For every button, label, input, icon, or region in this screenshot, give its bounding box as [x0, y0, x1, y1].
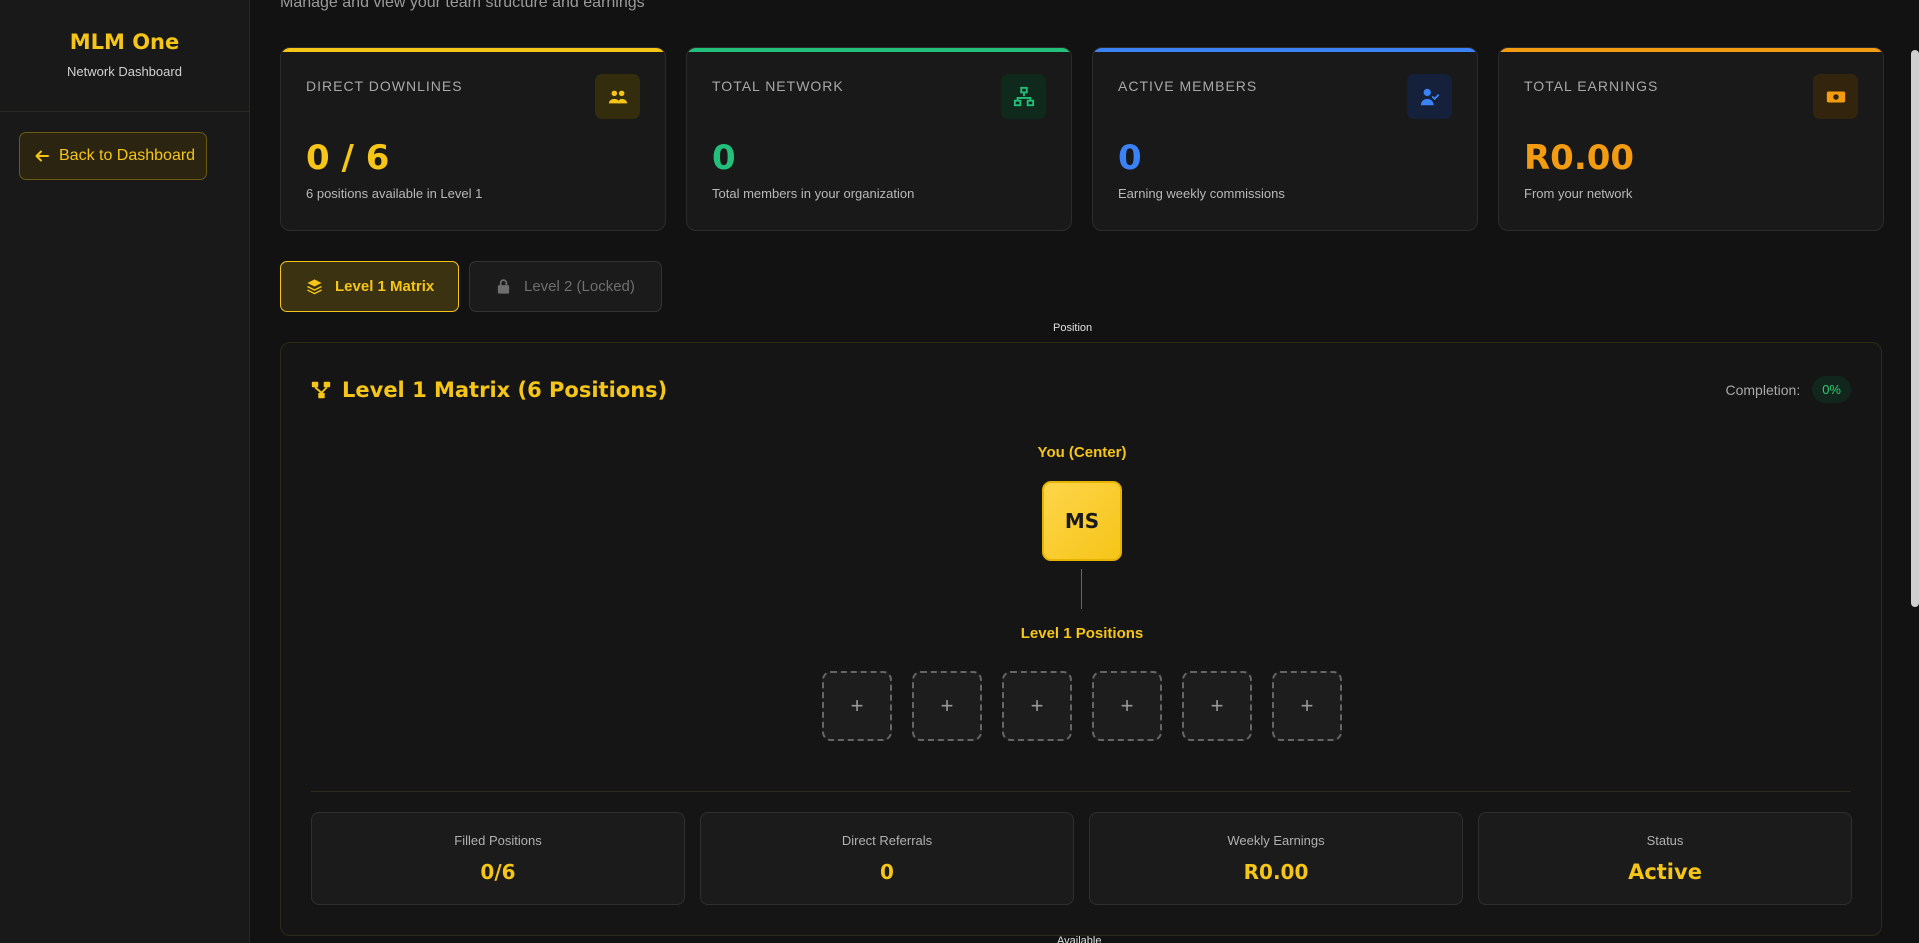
matrix-title: Level 1 Matrix (6 Positions): [310, 378, 667, 402]
tab-level-2-locked[interactable]: Level 2 (Locked): [469, 261, 662, 312]
stat-card-total-network: TOTAL NETWORK 0 Total members in your or…: [686, 47, 1072, 231]
money-icon: [1813, 74, 1858, 119]
brand-name: MLM One: [69, 30, 180, 54]
empty-position-slot[interactable]: +: [912, 671, 982, 741]
position-tooltip: Position: [1053, 322, 1093, 334]
summary-status: Status Active: [1478, 812, 1852, 905]
layers-icon: [307, 279, 322, 295]
summary-direct-referrals: Direct Referrals 0: [700, 812, 1074, 905]
summary-label: Direct Referrals: [841, 833, 933, 848]
brand: MLM One Network Dashboard: [0, 0, 249, 112]
card-accent-bar: [1499, 48, 1883, 52]
stat-card-total-earnings: TOTAL EARNINGS R0.00 From your network: [1498, 47, 1884, 231]
tree-connector: [1081, 569, 1082, 609]
stat-card-active-members: ACTIVE MEMBERS 0 Earning weekly commissi…: [1092, 47, 1478, 231]
available-tooltip: Available: [1057, 935, 1102, 943]
arrow-left-icon: [35, 150, 49, 162]
stat-label: TOTAL NETWORK: [712, 78, 844, 94]
tab-label: Level 1 Matrix: [335, 278, 435, 295]
summary-label: Status: [1646, 833, 1684, 848]
stat-value: 0 / 6: [306, 138, 390, 178]
stat-value: R0.00: [1524, 138, 1635, 178]
stat-label: ACTIVE MEMBERS: [1118, 78, 1258, 94]
sitemap-icon: [311, 381, 331, 399]
lock-icon: [497, 279, 510, 294]
tab-level-1-matrix[interactable]: Level 1 Matrix: [280, 261, 459, 312]
stat-description: 6 positions available in Level 1: [306, 186, 483, 201]
matrix-panel: Level 1 Matrix (6 Positions) Completion:…: [280, 342, 1882, 936]
tab-label: Level 2 (Locked): [524, 278, 635, 295]
back-button-label: Back to Dashboard: [59, 147, 196, 164]
empty-position-slot[interactable]: +: [822, 671, 892, 741]
summary-label: Filled Positions: [454, 833, 542, 848]
summary-weekly-earnings: Weekly Earnings R0.00: [1089, 812, 1463, 905]
page-subtitle: Manage and view your team structure and …: [280, 0, 645, 11]
card-accent-bar: [687, 48, 1071, 52]
stat-description: Earning weekly commissions: [1118, 186, 1285, 201]
completion-label: Completion:: [1725, 381, 1801, 398]
sidebar: MLM One Network Dashboard Back to Dashbo…: [0, 0, 250, 943]
empty-position-slot[interactable]: +: [1002, 671, 1072, 741]
summary-value: R0.00: [1243, 860, 1309, 884]
empty-position-slot[interactable]: +: [1272, 671, 1342, 741]
users-icon: [595, 74, 640, 119]
stat-description: From your network: [1524, 186, 1633, 201]
stat-description: Total members in your organization: [712, 186, 915, 201]
user-check-icon: [1407, 74, 1452, 119]
page-scrollbar[interactable]: [1911, 50, 1919, 607]
level-positions-label: Level 1 Positions: [1020, 625, 1144, 642]
summary-value: 0/6: [480, 860, 516, 884]
stat-label: TOTAL EARNINGS: [1524, 78, 1659, 94]
stat-label: DIRECT DOWNLINES: [306, 78, 463, 94]
divider: [311, 791, 1851, 792]
network-icon: [1001, 74, 1046, 119]
brand-subtitle: Network Dashboard: [67, 64, 182, 79]
empty-position-slot[interactable]: +: [1182, 671, 1252, 741]
status-badge: Active: [1628, 860, 1702, 884]
stat-value: 0: [712, 138, 736, 178]
card-accent-bar: [281, 48, 665, 52]
stat-card-direct-downlines: DIRECT DOWNLINES 0 / 6 6 positions avail…: [280, 47, 666, 231]
empty-position-slot[interactable]: +: [1092, 671, 1162, 741]
back-to-dashboard-button[interactable]: Back to Dashboard: [19, 132, 207, 180]
summary-filled-positions: Filled Positions 0/6: [311, 812, 685, 905]
center-label: You (Center): [1037, 444, 1127, 461]
summary-value: 0: [880, 860, 894, 884]
stat-value: 0: [1118, 138, 1142, 178]
summary-label: Weekly Earnings: [1227, 833, 1325, 848]
completion: Completion: 0%: [1725, 376, 1851, 403]
matrix-title-text: Level 1 Matrix (6 Positions): [342, 378, 668, 402]
card-accent-bar: [1093, 48, 1477, 52]
center-node-avatar[interactable]: MS: [1042, 481, 1122, 561]
main-content: Manage and view your team structure and …: [280, 0, 1884, 943]
completion-badge: 0%: [1812, 376, 1851, 403]
